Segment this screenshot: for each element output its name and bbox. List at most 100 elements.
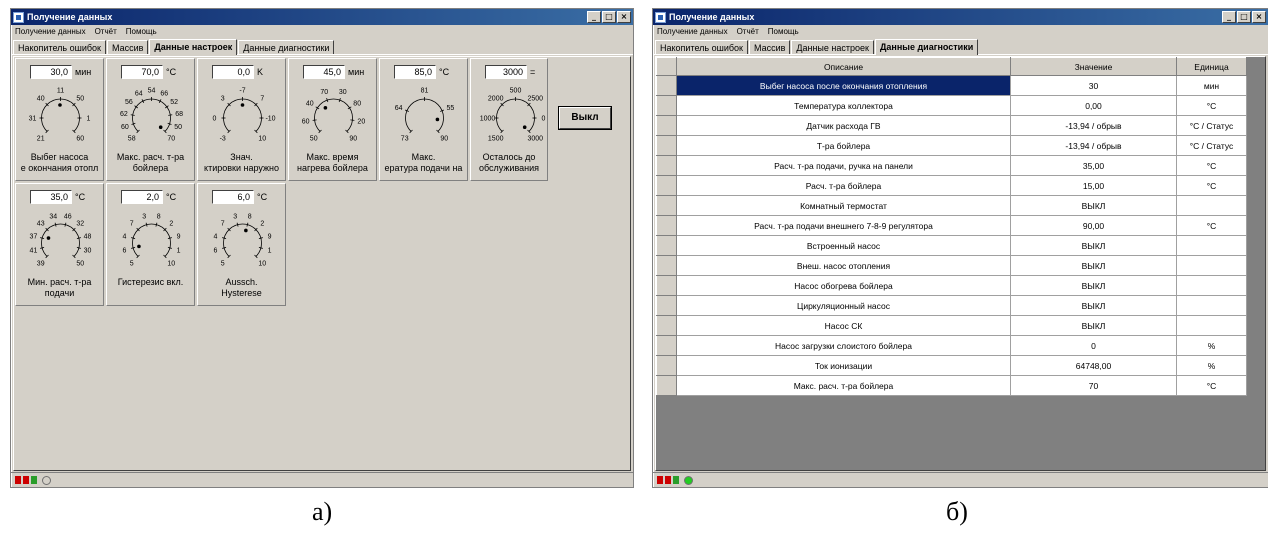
cell-unit[interactable]: мин [1176, 75, 1247, 96]
cell-unit[interactable] [1176, 315, 1247, 336]
table-row[interactable]: Ток ионизации 64748,00% [656, 355, 1247, 376]
off-button[interactable]: Выкл [558, 106, 612, 130]
rotary-knob-dial[interactable]: 3941374334 4632483050 [18, 206, 103, 276]
row-header[interactable] [656, 375, 677, 396]
cell-unit[interactable]: °C [1176, 215, 1247, 236]
cell-description[interactable]: Насос СК [676, 315, 1011, 336]
table-row[interactable]: Расч. т-ра подачи, ручка на панели 35,00 °… [656, 155, 1247, 176]
row-header[interactable] [656, 275, 677, 296]
row-header[interactable] [656, 155, 677, 176]
row-header[interactable] [656, 95, 677, 116]
title-bar[interactable]: Получение данных _ □ × [653, 9, 1268, 25]
row-header[interactable] [656, 335, 677, 356]
cell-description[interactable]: Комнатный термостат [676, 195, 1011, 216]
menu-get-data[interactable]: Получение данных [15, 27, 86, 36]
cell-unit[interactable]: °C [1176, 175, 1247, 196]
rotary-knob-dial[interactable]: 50 60 40 70 30 80 20 90 [291, 81, 376, 151]
table-row[interactable]: Внеш. насос отопления ВЫКЛ [656, 255, 1247, 276]
column-header-unit[interactable]: Единица [1176, 57, 1247, 76]
rotary-knob-dial[interactable]: 56473 829110 [200, 206, 285, 276]
menu-help[interactable]: Помощь [126, 27, 157, 36]
tab-error-log[interactable]: Накопитель ошибок [655, 40, 748, 54]
rotary-knob-dial[interactable]: 58 60 62 5664 54 6652 68 50 70 [109, 81, 194, 151]
cell-description[interactable]: Расч. т-ра подачи, ручка на панели [676, 155, 1011, 176]
title-bar[interactable]: Получение данных _ □ × [11, 9, 633, 25]
minimize-icon[interactable]: _ [587, 11, 601, 23]
rotary-knob-dial[interactable]: -3 0 3 -7 7 -10 10 [200, 81, 285, 151]
cell-description[interactable]: Внеш. насос отопления [676, 255, 1011, 276]
column-header-value[interactable]: Значение [1010, 57, 1177, 76]
cell-description[interactable]: Расч. т-ра подачи внешнего 7-8-9 регулят… [676, 215, 1011, 236]
cell-unit[interactable]: % [1176, 355, 1247, 376]
minimize-icon[interactable]: _ [1222, 11, 1236, 23]
cell-description[interactable]: Макс. расч. т-ра бойлера [676, 375, 1011, 396]
row-header[interactable] [656, 255, 677, 276]
tab-array[interactable]: Массив [106, 40, 149, 54]
rotary-knob-dial[interactable]: 21 31 40 11 50 1 60 [18, 81, 103, 151]
cell-unit[interactable]: °C / Статус [1176, 135, 1247, 156]
cell-description[interactable]: Насос загрузки слоистого бойлера [676, 335, 1011, 356]
menu-get-data[interactable]: Получение данных [657, 27, 728, 36]
table-row[interactable]: Выбег насоса после окончания отопления 30… [656, 75, 1247, 96]
table-row[interactable]: Насос СК ВЫКЛ [656, 315, 1247, 336]
parameter-value-field[interactable]: 45,0 [303, 65, 345, 79]
cell-value[interactable]: 70 [1010, 375, 1177, 396]
cell-description[interactable]: Т-ра бойлера [676, 135, 1011, 156]
cell-value[interactable]: ВЫКЛ [1010, 275, 1177, 296]
cell-value[interactable]: ВЫКЛ [1010, 295, 1177, 316]
table-row[interactable]: Насос загрузки слоистого бойлера 0% [656, 335, 1247, 356]
tab-array[interactable]: Массив [748, 40, 791, 54]
cell-unit[interactable] [1176, 295, 1247, 316]
cell-value[interactable]: 64748,00 [1010, 355, 1177, 376]
cell-unit[interactable] [1176, 195, 1247, 216]
row-header[interactable] [656, 235, 677, 256]
table-row[interactable]: Датчик расхода ГВ -13,94 / обрыв °C / Стат… [656, 115, 1247, 136]
maximize-icon[interactable]: □ [602, 11, 616, 23]
cell-description[interactable]: Датчик расхода ГВ [676, 115, 1011, 136]
cell-description[interactable]: Ток ионизации [676, 355, 1011, 376]
parameter-value-field[interactable]: 30,0 [30, 65, 72, 79]
cell-unit[interactable]: % [1176, 335, 1247, 356]
cell-unit[interactable]: °C [1176, 155, 1247, 176]
cell-description[interactable]: Расч. т-ра бойлера [676, 175, 1011, 196]
menu-report[interactable]: Отчёт [737, 27, 759, 36]
row-header[interactable] [656, 195, 677, 216]
cell-unit[interactable]: °C [1176, 375, 1247, 396]
table-row[interactable]: Макс. расч. т-ра бойлера 70 °C [656, 375, 1247, 396]
table-row[interactable]: Насос обогрева бойлера ВЫКЛ [656, 275, 1247, 296]
parameter-value-field[interactable]: 70,0 [121, 65, 163, 79]
cell-value[interactable]: -13,94 / обрыв [1010, 115, 1177, 136]
cell-value[interactable]: 0,00 [1010, 95, 1177, 116]
table-row[interactable]: Комнатный термостат ВЫКЛ [656, 195, 1247, 216]
cell-unit[interactable] [1176, 275, 1247, 296]
cell-description[interactable]: Встроенный насос [676, 235, 1011, 256]
table-row[interactable]: Циркуляционный насос ВЫКЛ [656, 295, 1247, 316]
cell-value[interactable]: 30 [1010, 75, 1177, 96]
rotary-knob-dial[interactable]: 1500 1000 2000 500 2500 0 3000 [473, 81, 558, 151]
cell-description[interactable]: Насос обогрева бойлера [676, 275, 1011, 296]
column-header-description[interactable]: Описание [676, 57, 1011, 76]
row-header[interactable] [656, 135, 677, 156]
tab-settings-data[interactable]: Данные настроек [791, 40, 874, 54]
cell-value[interactable]: -13,94 / обрыв [1010, 135, 1177, 156]
cell-value[interactable]: ВЫКЛ [1010, 255, 1177, 276]
table-row[interactable]: Расч. т-ра подачи внешнего 7-8-9 регулят… [656, 215, 1247, 236]
cell-value[interactable]: ВЫКЛ [1010, 315, 1177, 336]
close-icon[interactable]: × [1252, 11, 1266, 23]
row-header[interactable] [656, 115, 677, 136]
cell-unit[interactable]: °C [1176, 95, 1247, 116]
close-icon[interactable]: × [617, 11, 631, 23]
cell-description[interactable]: Температура коллектора [676, 95, 1011, 116]
menu-report[interactable]: Отчёт [95, 27, 117, 36]
table-row[interactable]: Температура коллектора 0,00 °C [656, 95, 1247, 116]
tab-settings-data[interactable]: Данные настроек [149, 39, 238, 55]
cell-value[interactable]: ВЫКЛ [1010, 195, 1177, 216]
tab-error-log[interactable]: Накопитель ошибок [13, 40, 106, 54]
rotary-knob-dial[interactable]: 73 64 81 55 90 [382, 81, 467, 151]
cell-unit[interactable]: °C / Статус [1176, 115, 1247, 136]
maximize-icon[interactable]: □ [1237, 11, 1251, 23]
parameter-value-field[interactable]: 2,0 [121, 190, 163, 204]
menu-help[interactable]: Помощь [768, 27, 799, 36]
parameter-value-field[interactable]: 3000 [485, 65, 527, 79]
row-header[interactable] [656, 215, 677, 236]
